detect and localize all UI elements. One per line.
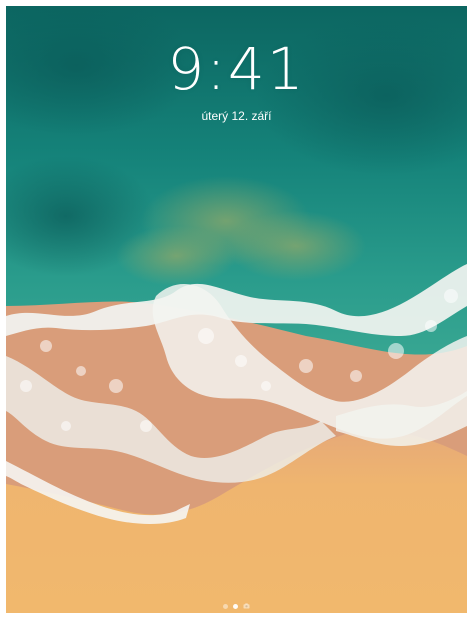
page-dot[interactable] — [223, 603, 228, 609]
lock-screen-time: 9:41 — [167, 35, 306, 103]
camera-icon[interactable] — [243, 603, 250, 609]
lock-screen-date: úterý 12. září — [201, 109, 272, 123]
page-indicator[interactable] — [6, 603, 467, 609]
device-frame: 9:41 úterý 12. září — [0, 0, 473, 619]
lock-screen[interactable]: 9:41 úterý 12. září — [6, 6, 467, 613]
page-dot-active[interactable] — [233, 603, 238, 609]
